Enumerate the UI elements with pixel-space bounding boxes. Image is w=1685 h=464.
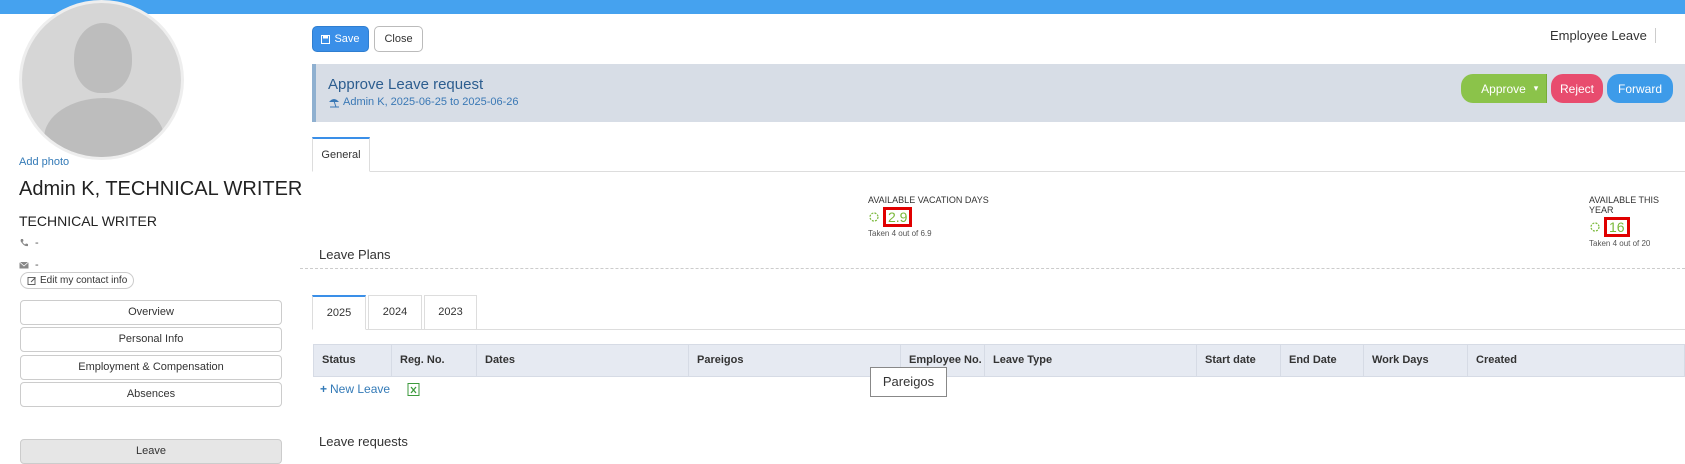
column-tooltip: Pareigos	[870, 367, 947, 397]
beach-umbrella-icon	[329, 98, 339, 107]
profile-sidebar: Add photo Admin K, TECHNICAL WRITER TECH…	[0, 0, 303, 464]
email-line: -	[19, 259, 39, 271]
top-bar	[0, 0, 1685, 14]
employee-title: TECHNICAL WRITER	[19, 213, 157, 229]
nav-employment-compensation[interactable]: Employment & Compensation	[20, 355, 282, 380]
floppy-icon	[321, 34, 331, 44]
save-label: Save	[334, 33, 360, 45]
nav-absences[interactable]: Absences	[20, 382, 282, 407]
phone-icon	[20, 239, 28, 247]
vacation-days-stat: AVAILABLE VACATION DAYS 2.9 Taken 4 out …	[868, 195, 989, 238]
available-year-stat: AVAILABLE THIS YEAR 16 Taken 4 out of 20	[1589, 195, 1685, 248]
page-title: Employee Leave	[1550, 28, 1656, 43]
tab-year-2023[interactable]: 2023	[424, 295, 477, 330]
leave-plans-heading: Leave Plans	[319, 247, 391, 262]
sun-icon	[1590, 222, 1600, 232]
leave-plans-table-header: Status Reg. No. Dates Pareigos Employee …	[313, 344, 1685, 377]
sun-icon	[869, 212, 879, 222]
save-button[interactable]: Save	[312, 26, 369, 52]
add-photo-link[interactable]: Add photo	[19, 156, 69, 168]
excel-export-icon[interactable]	[407, 383, 420, 396]
available-year-value: 16	[1604, 217, 1630, 237]
employee-name: Admin K, TECHNICAL WRITER	[19, 178, 303, 200]
approval-title: Approve Leave request	[328, 76, 484, 93]
envelope-icon	[19, 261, 29, 269]
approval-subtitle-text: Admin K, 2025-06-25 to 2025-06-26	[343, 96, 519, 108]
column-header[interactable]: End Date	[1281, 345, 1364, 376]
edit-contact-button[interactable]: Edit my contact info	[20, 272, 135, 289]
leave-requests-heading: Leave requests	[319, 434, 408, 449]
tab-year-2024[interactable]: 2024	[368, 295, 422, 330]
column-header[interactable]: Start date	[1197, 345, 1281, 376]
nav-personal-info[interactable]: Personal Info	[20, 327, 282, 352]
edit-contact-label: Edit my contact info	[40, 275, 128, 286]
column-header[interactable]: Reg. No.	[392, 345, 477, 376]
year-tabs: 2025 2024 2023	[312, 295, 1685, 330]
nav-leave[interactable]: Leave	[20, 439, 282, 464]
divider	[300, 268, 1685, 269]
email-value: -	[35, 259, 39, 271]
reject-button[interactable]: Reject	[1551, 74, 1603, 103]
column-header[interactable]: Created	[1468, 345, 1684, 376]
close-button[interactable]: Close	[374, 26, 423, 52]
forward-button[interactable]: Forward	[1607, 74, 1673, 103]
phone-value: -	[35, 237, 39, 249]
phone-line: -	[19, 237, 39, 249]
vacation-days-taken: Taken 4 out of 6.9	[868, 229, 932, 238]
column-header[interactable]: Work Days	[1364, 345, 1468, 376]
column-header[interactable]: Dates	[477, 345, 689, 376]
vacation-days-value: 2.9	[883, 207, 913, 227]
column-header[interactable]: Leave Type	[985, 345, 1197, 376]
vacation-days-label: AVAILABLE VACATION DAYS	[868, 195, 989, 205]
edit-icon	[27, 276, 36, 285]
avatar-head-shape	[74, 23, 132, 93]
tab-year-2025[interactable]: 2025	[312, 295, 366, 330]
tab-general[interactable]: General	[312, 137, 370, 172]
available-year-taken: Taken 4 out of 20	[1589, 239, 1651, 248]
available-year-label: AVAILABLE THIS YEAR	[1589, 195, 1660, 215]
vacation-days-value-row: 2.9	[868, 207, 989, 227]
avatar[interactable]	[19, 0, 184, 160]
plus-icon: +	[320, 382, 328, 396]
nav-overview[interactable]: Overview	[20, 300, 282, 325]
approval-subtitle: Admin K, 2025-06-25 to 2025-06-26	[328, 96, 519, 108]
new-leave-link[interactable]: + New Leave	[320, 382, 390, 396]
avatar-body-shape	[44, 98, 164, 157]
caret-down-icon: ▾	[1533, 83, 1539, 93]
new-leave-label: New Leave	[330, 382, 391, 396]
available-year-value-row: 16	[1589, 217, 1685, 237]
column-header[interactable]: Status	[314, 345, 392, 376]
detail-tabs: General	[312, 137, 1685, 172]
